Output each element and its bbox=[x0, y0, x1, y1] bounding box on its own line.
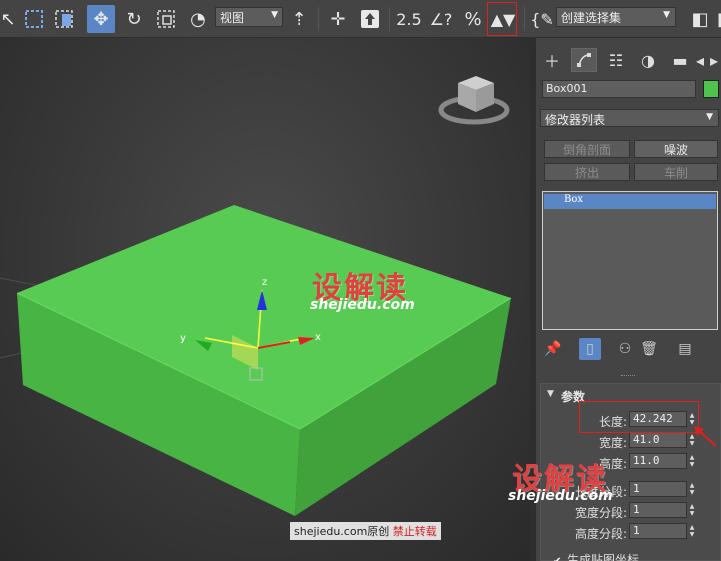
show-end-result-icon[interactable]: ▯ bbox=[579, 338, 601, 360]
main-toolbar: ↖ ✥ ↻ ◔ 视图 ▼ ⇡ ✛ 2.5 ∠? % ▲▼ {✎ 创建选择集 ▼ … bbox=[0, 0, 721, 38]
select-manipulate-icon[interactable]: ✛ bbox=[324, 5, 352, 33]
green-box[interactable] bbox=[16, 205, 512, 516]
command-panel-tabs: ＋ ☷ ◑ ▬ ◂ ▸ bbox=[536, 44, 721, 74]
param-width-segs-label: 宽度分段: bbox=[574, 506, 627, 520]
tab-scroll-right-icon[interactable]: ▸ bbox=[708, 48, 720, 72]
display-tab-icon[interactable]: ▬ bbox=[667, 48, 693, 72]
height-spinner[interactable]: ▲ ▼ bbox=[688, 454, 696, 468]
rotate-tool-icon[interactable]: ↻ bbox=[120, 5, 148, 33]
modifier-stack[interactable]: Box bbox=[542, 191, 718, 330]
gizmo-y-label: y bbox=[180, 333, 186, 344]
tab-scroll-left-icon[interactable]: ◂ bbox=[694, 48, 706, 72]
perspective-viewport[interactable]: z y x 设解读 shejiedu.com shejiedu.com原创 禁止… bbox=[0, 38, 530, 561]
named-selection-value: 创建选择集 bbox=[561, 11, 622, 25]
param-width-segs: 宽度分段: 1 ▲ ▼ bbox=[541, 502, 721, 520]
pivot-center-icon[interactable]: ⇡ bbox=[285, 5, 313, 33]
param-height-segs: 高度分段: 1 ▲ ▼ bbox=[541, 523, 721, 541]
angle-snap-icon[interactable]: ∠? bbox=[427, 5, 455, 33]
viewcube-icon[interactable] bbox=[438, 76, 510, 125]
percent-snap-label: % bbox=[464, 8, 482, 30]
modify-tab-icon[interactable] bbox=[571, 48, 597, 72]
toolbar-divider bbox=[318, 7, 319, 31]
watermark-url-2: shejiedu.com bbox=[508, 488, 613, 504]
spinner-snap-highlight bbox=[487, 2, 517, 36]
rollout-grip[interactable] bbox=[621, 375, 635, 378]
object-color-swatch[interactable] bbox=[703, 80, 719, 98]
toolbar-divider bbox=[524, 7, 525, 31]
red-arrow-icon bbox=[694, 426, 717, 447]
make-unique-icon[interactable]: ⚇ bbox=[614, 338, 636, 360]
scale-tool-icon[interactable] bbox=[152, 5, 180, 33]
window-crossing-icon[interactable] bbox=[50, 5, 78, 33]
width-segs-spinner[interactable]: ▲ ▼ bbox=[688, 503, 696, 517]
hierarchy-tab-icon[interactable]: ☷ bbox=[603, 48, 629, 72]
gizmo-z-label: z bbox=[262, 277, 267, 288]
reference-coord-value: 视图 bbox=[220, 11, 245, 25]
modifier-list-dropdown[interactable]: 修改器列表 ▼ bbox=[540, 109, 719, 127]
remove-modifier-icon[interactable]: 🗑 bbox=[638, 338, 660, 360]
copyright-site: shejiedu.com原创 bbox=[294, 525, 390, 538]
select-arrow-icon[interactable]: ↖ bbox=[0, 5, 22, 33]
length-segs-input[interactable]: 1 bbox=[629, 481, 687, 497]
placement-tool-icon[interactable]: ◔ bbox=[184, 5, 212, 33]
bevel-profile-button[interactable]: 倒角剖面 bbox=[544, 140, 630, 158]
width-segs-input[interactable]: 1 bbox=[629, 502, 687, 518]
snap-toggle-icon[interactable]: 2.5 bbox=[395, 5, 423, 33]
modifier-list-label: 修改器列表 bbox=[545, 113, 606, 127]
viewport-scene: z y x bbox=[0, 76, 512, 516]
stack-item-box[interactable]: Box bbox=[544, 194, 716, 209]
reference-coord-dropdown[interactable]: 视图 ▼ bbox=[215, 7, 283, 27]
create-tab-icon[interactable]: ＋ bbox=[539, 48, 565, 72]
watermark-url: shejiedu.com bbox=[310, 297, 415, 313]
edit-named-selection-icon[interactable]: {✎ bbox=[528, 5, 556, 33]
width-input[interactable]: 41.0 bbox=[629, 432, 687, 448]
checkmark-icon[interactable]: ✔ bbox=[553, 557, 563, 561]
toolbar-divider bbox=[389, 7, 390, 31]
noise-button[interactable]: 噪波 bbox=[634, 140, 718, 158]
move-tool-icon[interactable]: ✥ bbox=[87, 5, 115, 33]
rect-select-region-icon[interactable] bbox=[20, 5, 48, 33]
length-segs-spinner[interactable]: ▲ ▼ bbox=[688, 482, 696, 496]
height-segs-spinner[interactable]: ▲ ▼ bbox=[688, 524, 696, 538]
named-selection-dropdown[interactable]: 创建选择集 ▼ bbox=[556, 7, 676, 27]
gen-mapping-label: 生成贴图坐标 bbox=[567, 553, 640, 561]
copyright-note: 禁止转载 bbox=[392, 525, 437, 538]
extrude-button[interactable]: 挤出 bbox=[544, 163, 630, 181]
lathe-button[interactable]: 车削 bbox=[634, 163, 718, 181]
chevron-down-icon: ▼ bbox=[271, 10, 278, 20]
param-width-label: 宽度: bbox=[598, 436, 627, 450]
gizmo-x-label: x bbox=[315, 332, 321, 343]
height-input[interactable]: 11.0 bbox=[629, 453, 687, 469]
configure-sets-icon[interactable]: ▤ bbox=[674, 338, 696, 360]
object-name-field[interactable]: Box001 bbox=[542, 80, 696, 98]
height-segs-input[interactable]: 1 bbox=[629, 523, 687, 539]
motion-tab-icon[interactable]: ◑ bbox=[635, 48, 661, 72]
copyright-banner: shejiedu.com原创 禁止转载 bbox=[290, 522, 441, 540]
object-name-value: Box001 bbox=[546, 82, 588, 95]
align-icon[interactable]: ▮ bbox=[708, 5, 721, 33]
percent-snap-icon[interactable]: % bbox=[459, 5, 487, 33]
snap-toggle-label: 2.5 bbox=[396, 9, 422, 29]
length-field-highlight bbox=[579, 401, 699, 433]
gen-mapping-row[interactable]: ✔ 生成贴图坐标 bbox=[553, 551, 639, 561]
pin-stack-icon[interactable]: 📌 bbox=[542, 338, 564, 360]
stack-tools: 📌 ▯ ⚇ 🗑 ▤ bbox=[536, 338, 721, 362]
keyboard-shortcut-icon[interactable] bbox=[356, 5, 384, 33]
chevron-down-icon: ▼ bbox=[706, 112, 713, 122]
collapse-arrow-icon[interactable]: ▼ bbox=[547, 389, 554, 399]
chevron-down-icon: ▼ bbox=[663, 10, 670, 20]
param-height-segs-label: 高度分段: bbox=[574, 527, 627, 541]
angle-snap-label: ∠? bbox=[429, 9, 453, 29]
